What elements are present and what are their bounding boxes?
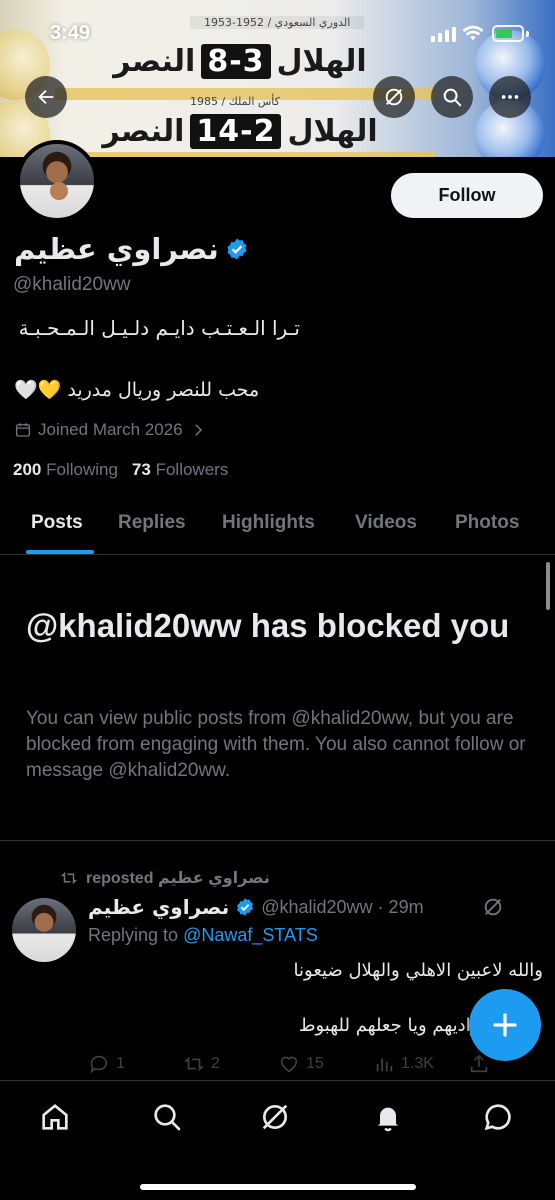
search-icon[interactable] — [151, 1101, 183, 1133]
tweet-actions: 1 2 15 1.3K — [88, 1050, 528, 1078]
joined-date[interactable]: Joined March 2026 — [14, 420, 207, 440]
profile-display-name: نصراوي عظيم — [14, 232, 219, 266]
reply-button[interactable]: 1 — [88, 1053, 183, 1075]
grok-icon[interactable] — [482, 896, 504, 918]
following-link[interactable]: 200 Following — [13, 460, 118, 480]
grok-icon — [385, 88, 403, 106]
tab-posts[interactable]: Posts — [31, 512, 83, 534]
tweet-header: نصراوي عظيم @khalid20ww · 29m — [88, 895, 424, 919]
profile-handle: @khalid20ww — [13, 274, 131, 295]
tab-photos[interactable]: Photos — [455, 512, 519, 534]
repost-label: نصراوي عظيم reposted — [86, 870, 270, 887]
repost-icon — [184, 1056, 204, 1072]
plus-icon — [493, 1013, 517, 1037]
back-button[interactable] — [25, 76, 67, 118]
message-icon[interactable] — [482, 1101, 514, 1133]
banner-score-row-2: النصر 14-2 الهلال — [60, 110, 420, 152]
tweet-meta: @khalid20ww · 29m — [261, 896, 424, 917]
tweet-text-line-2: نواديهم ويا جعلهم للهبوط — [298, 1015, 485, 1036]
profile-name-row: نصراوي عظيم — [14, 232, 249, 266]
tab-videos[interactable]: Videos — [355, 512, 417, 534]
profile-avatar[interactable] — [16, 140, 98, 222]
blocked-title: @khalid20ww has blocked you — [26, 607, 510, 644]
verified-badge-icon — [237, 898, 254, 916]
search-button[interactable] — [431, 76, 473, 118]
arrow-left-icon — [38, 89, 54, 105]
home-icon[interactable] — [39, 1101, 71, 1133]
status-bar: 3:49 — [0, 0, 555, 60]
views-button[interactable]: 1.3K — [373, 1053, 468, 1075]
bar-chart-icon — [376, 1058, 393, 1072]
grok-icon[interactable] — [259, 1101, 291, 1133]
verified-badge-icon[interactable] — [225, 237, 249, 261]
followers-link[interactable]: 73 Followers — [132, 460, 228, 480]
banner-caption-2: كأس الملك / 1985 — [190, 95, 280, 108]
calendar-icon — [15, 423, 31, 437]
tweet-avatar[interactable] — [12, 898, 76, 962]
signal-icon — [431, 26, 456, 42]
compose-button[interactable] — [469, 989, 541, 1061]
heart-icon — [280, 1056, 298, 1073]
bottom-navigation — [0, 1080, 555, 1200]
profile-tabs: Posts Replies Highlights Videos Photos — [0, 495, 555, 555]
divider — [0, 840, 555, 841]
search-icon — [443, 88, 462, 107]
repost-button[interactable]: 2 — [183, 1053, 278, 1075]
more-button[interactable] — [489, 76, 531, 118]
more-icon — [501, 95, 519, 99]
reply-icon — [90, 1055, 108, 1074]
banner-home-team: الهلال — [287, 113, 378, 149]
tweet-author-name[interactable]: نصراوي عظيم — [88, 895, 229, 919]
banner-score: 14-2 — [190, 113, 282, 149]
tab-highlights[interactable]: Highlights — [222, 512, 315, 534]
bell-icon[interactable] — [372, 1101, 404, 1133]
joined-text: Joined March 2026 — [38, 420, 183, 439]
wifi-icon — [462, 25, 484, 41]
replying-to: Replying to @Nawaf_STATS — [88, 925, 318, 945]
follow-counts: 200 Following 73 Followers — [13, 460, 228, 480]
home-indicator — [140, 1184, 416, 1190]
banner-away-team: النصر — [102, 113, 185, 149]
battery-icon — [492, 25, 524, 42]
status-time: 3:49 — [50, 22, 91, 44]
scrollbar[interactable] — [546, 562, 550, 610]
battery-tip — [526, 31, 529, 37]
banner-stripe — [55, 152, 435, 157]
tweet-text-line-1: والله لاعبين الاهلي والهلال ضيعونا — [293, 960, 543, 981]
profile-bio-line-1: تـرا الـعـتـب دايـم دلـيـل الـمـحـبـة — [18, 316, 300, 340]
repost-icon — [60, 872, 78, 884]
blocked-description: You can view public posts from @khalid20… — [26, 708, 526, 781]
tab-replies[interactable]: Replies — [118, 512, 186, 534]
active-tab-indicator — [26, 550, 94, 554]
grok-button[interactable] — [373, 76, 415, 118]
replying-to-link[interactable]: @Nawaf_STATS — [183, 925, 318, 945]
follow-button[interactable]: Follow — [391, 173, 543, 218]
repost-indicator: نصراوي عظيم reposted — [60, 868, 270, 888]
like-button[interactable]: 15 — [278, 1053, 373, 1075]
profile-bio-line-2: محب للنصر وريال مدريد 💛🤍 — [14, 379, 260, 401]
chevron-right-icon — [194, 424, 202, 436]
